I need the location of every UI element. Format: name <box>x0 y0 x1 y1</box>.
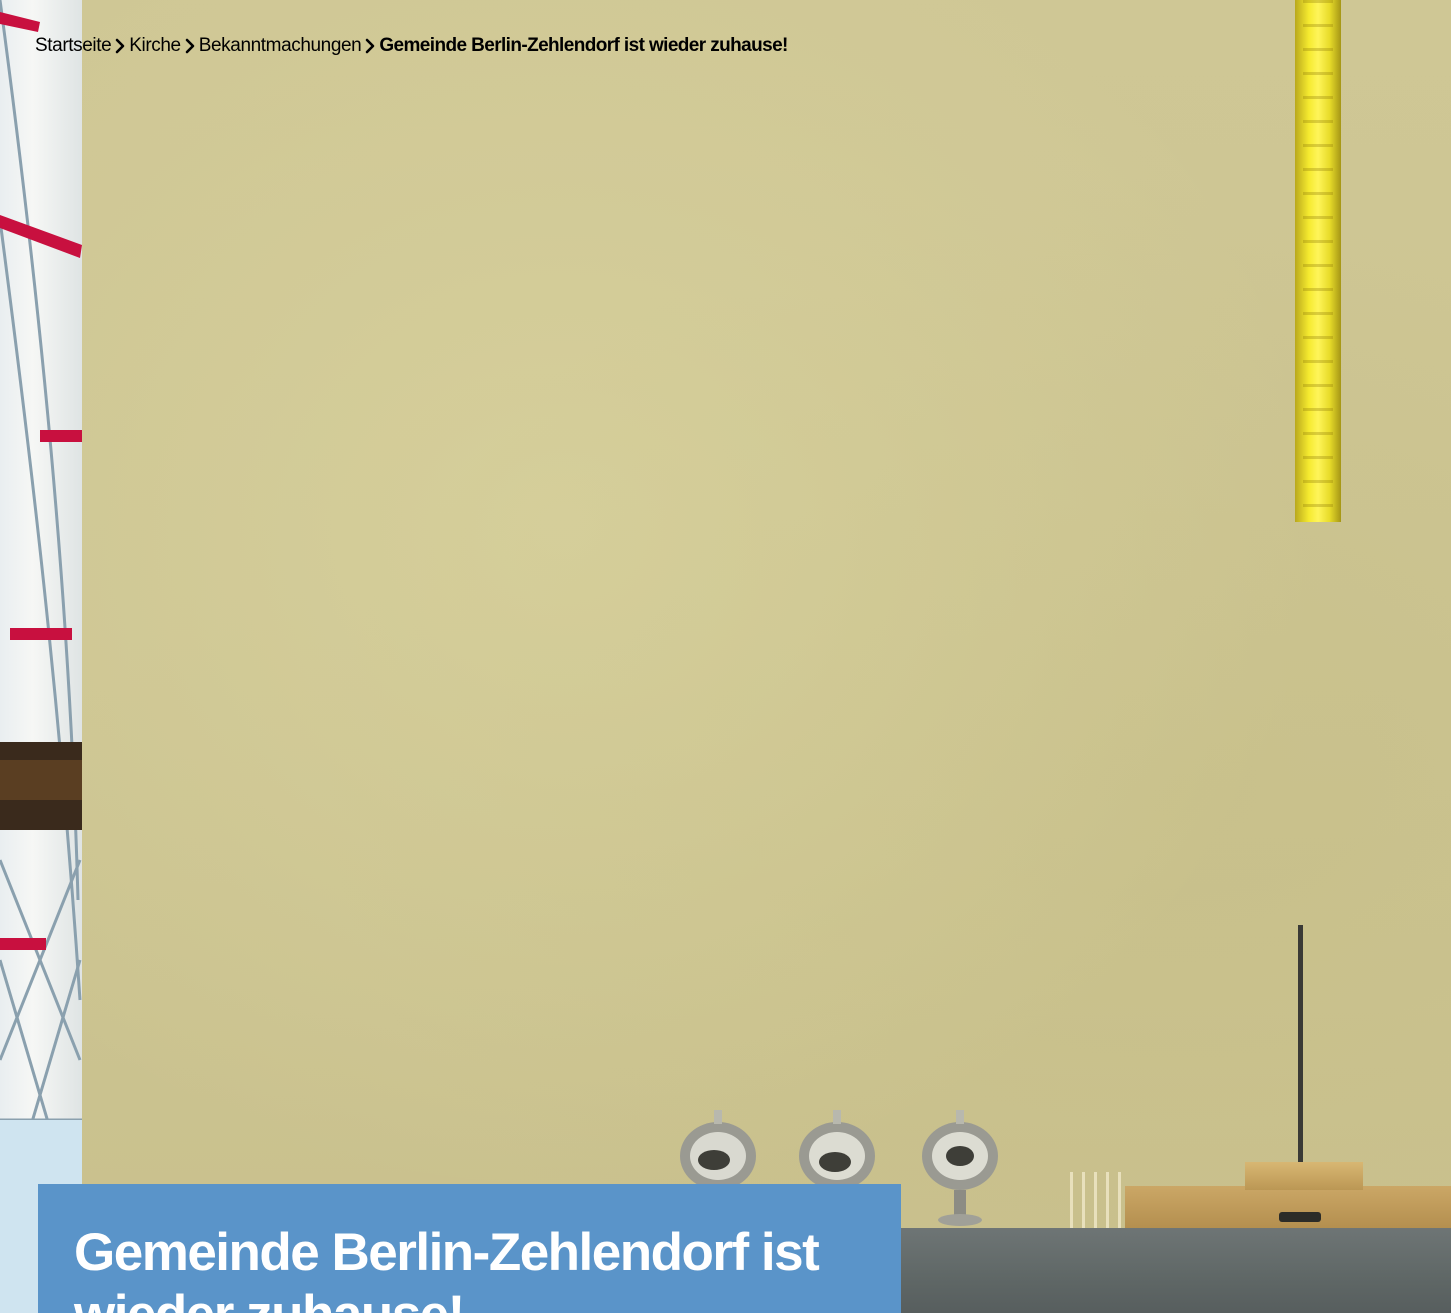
breadcrumb-link-startseite[interactable]: Startseite <box>35 35 112 57</box>
chevron-right-icon <box>114 38 126 54</box>
altar <box>880 1228 1451 1313</box>
breadcrumb-current: Gemeinde Berlin-Zehlendorf ist wieder zu… <box>379 35 788 56</box>
title-card: Gemeinde Berlin-Zehlendorf ist wieder zu… <box>38 1184 901 1313</box>
chevron-right-icon <box>184 38 196 54</box>
page-title: Gemeinde Berlin-Zehlendorf ist wieder zu… <box>74 1223 820 1313</box>
window-lattice <box>0 0 82 1313</box>
church-wall <box>82 0 1451 1313</box>
yellow-banner <box>1295 0 1341 522</box>
candles <box>1070 1172 1130 1230</box>
breadcrumb: Startseite Kirche Bekanntmachungen Gemei… <box>35 33 788 59</box>
hero-image <box>0 0 1451 1313</box>
window-frame <box>0 0 82 1313</box>
stand-foot <box>1279 1212 1321 1222</box>
breadcrumb-link-kirche[interactable]: Kirche <box>129 35 181 57</box>
altar-ledge <box>1125 1186 1451 1230</box>
breadcrumb-link-bekanntmachungen[interactable]: Bekanntmachungen <box>199 35 362 57</box>
article-page: Startseite Kirche Bekanntmachungen Gemei… <box>0 0 1451 1313</box>
chalice <box>918 1106 1002 1228</box>
altar-top <box>1245 1162 1363 1190</box>
chevron-right-icon <box>364 38 376 54</box>
